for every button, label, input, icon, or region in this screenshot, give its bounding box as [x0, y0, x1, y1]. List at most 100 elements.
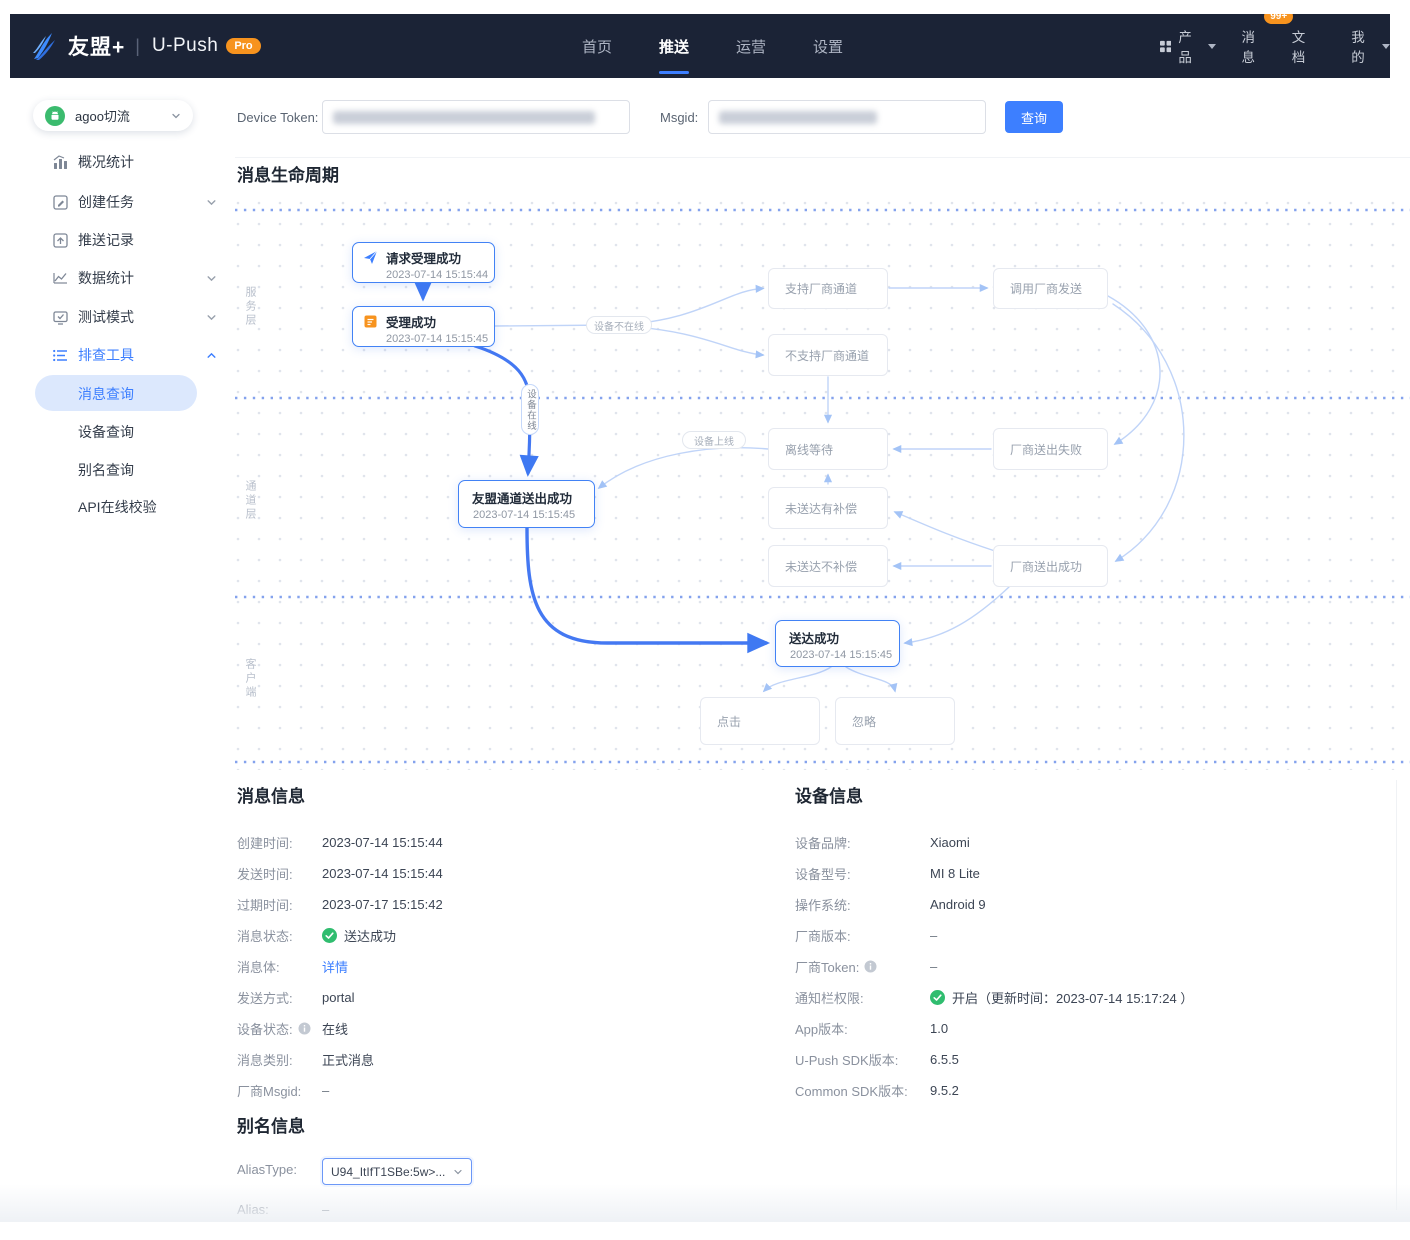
search-button[interactable]: 查询	[1005, 101, 1063, 133]
edge-pill-device-online-vertical: 设备在线	[521, 384, 539, 435]
products-menu[interactable]: 产品	[1160, 26, 1216, 66]
sidebar-item-push-record[interactable]: 推送记录	[10, 221, 235, 259]
info-row: U-Push SDK版本:6.5.5	[795, 1044, 1395, 1075]
flow-node-call-vendor-send: 调用厂商发送	[993, 268, 1108, 309]
pro-badge: Pro	[226, 38, 260, 54]
flow-node-undelivered-no-compensation: 未送达不补偿	[768, 545, 888, 587]
sidebar-item-create-task[interactable]: 创建任务	[10, 183, 235, 221]
alias-info-title: 别名信息	[237, 1112, 305, 1137]
msgid-input[interactable]	[708, 100, 986, 134]
test-mode-icon	[52, 309, 69, 326]
active-tab-underline	[659, 71, 689, 74]
nav-settings[interactable]: 设置	[813, 14, 843, 78]
info-row: 发送时间:2023-07-14 15:15:44	[237, 858, 757, 889]
flow-node-request-accepted: 请求受理成功 2023-07-14 15:15:44	[352, 242, 495, 283]
app-selector[interactable]: agoo切流	[33, 100, 193, 131]
logo-divider: |	[135, 36, 140, 57]
info-row-notification-permission: 通知栏权限: 开启（更新时间：2023-07-14 15:17:24 ）	[795, 982, 1395, 1013]
device-token-redacted-value	[333, 111, 595, 124]
app-android-icon	[45, 106, 65, 126]
info-icon[interactable]	[864, 960, 877, 973]
alias-label: Alias:	[237, 1202, 322, 1217]
navbar-right: 产品 消息 99+ 文档 我的	[1160, 14, 1390, 78]
info-row: 创建时间:2023-07-14 15:15:44	[237, 827, 757, 858]
app-name: agoo切流	[75, 106, 171, 125]
chevron-down-icon	[206, 197, 217, 208]
success-check-icon	[322, 928, 337, 943]
device-info-title: 设备信息	[795, 782, 1395, 807]
messages-count-badge: 99+	[1264, 14, 1293, 24]
messages-menu[interactable]: 消息 99+	[1241, 26, 1266, 66]
chevron-down-icon	[206, 273, 217, 284]
troubleshoot-list-icon	[52, 347, 69, 364]
info-row: 操作系统:Android 9	[795, 889, 1395, 920]
sidebar-item-device-query[interactable]: 设备查询	[10, 413, 235, 450]
alias-row: Alias: –	[237, 1202, 329, 1217]
alias-value: –	[322, 1202, 329, 1217]
file-icon	[363, 314, 378, 329]
docs-menu[interactable]: 文档	[1292, 26, 1317, 66]
sidebar-item-test-mode[interactable]: 测试模式	[10, 298, 235, 336]
sidebar-item-data-stats[interactable]: 数据统计	[10, 259, 235, 297]
my-account-menu[interactable]: 我的	[1351, 26, 1376, 66]
flow-node-unsupport-vendor-channel: 不支持厂商通道	[768, 334, 888, 376]
info-row: 消息类别:正式消息	[237, 1044, 757, 1075]
edge-pill-device-online: 设备上线	[682, 431, 746, 449]
msgid-redacted-value	[719, 111, 877, 124]
bottom-margin	[0, 1222, 1410, 1240]
info-icon[interactable]	[298, 1022, 311, 1035]
layer-label-client: 客户端	[242, 658, 258, 700]
brand-text: 友盟+	[68, 31, 125, 61]
sidebar-item-message-query[interactable]: 消息查询	[10, 375, 235, 412]
detail-link[interactable]: 详情	[322, 957, 348, 976]
message-info-section: 消息信息 创建时间:2023-07-14 15:15:44 发送时间:2023-…	[237, 782, 757, 1106]
info-row-device-status: 设备状态: 在线	[237, 1013, 757, 1044]
lifecycle-title: 消息生命周期	[237, 161, 339, 186]
msgid-label: Msgid:	[660, 110, 698, 125]
top-navbar: 友盟+ | U-Push Pro 首页 推送 运营 设置 产品 消息 99	[10, 14, 1390, 78]
info-row-vendor-token: 厂商Token: –	[795, 951, 1395, 982]
device-info-section: 设备信息 设备品牌:Xiaomi 设备型号:MI 8 Lite 操作系统:And…	[795, 782, 1395, 1106]
info-row: 过期时间:2023-07-17 15:15:42	[237, 889, 757, 920]
flow-node-vendor-send-success: 厂商送出成功	[993, 545, 1108, 587]
paper-plane-icon	[363, 250, 378, 265]
sidebar: agoo切流 概况统计 创建任务 推送记录 数据统计 测试模式 排	[10, 78, 235, 1240]
nav-push[interactable]: 推送	[659, 14, 689, 78]
info-row: App版本:1.0	[795, 1013, 1395, 1044]
chevron-up-icon	[206, 350, 217, 361]
flow-node-ignore: 忽略	[835, 697, 955, 745]
info-row: 厂商版本:–	[795, 920, 1395, 951]
sidebar-item-alias-query[interactable]: 别名查询	[10, 451, 235, 488]
flow-node-umeng-channel-sent: 友盟通道送出成功 2023-07-14 15:15:45	[458, 480, 595, 528]
caret-down-icon	[1208, 44, 1216, 49]
info-row: 厂商Msgid:–	[237, 1075, 757, 1106]
device-token-label: Device Token:	[237, 110, 318, 125]
main-nav: 首页 推送 运营 设置	[582, 14, 843, 78]
message-info-title: 消息信息	[237, 782, 757, 807]
chevron-down-icon	[206, 312, 217, 323]
info-row: 设备品牌:Xiaomi	[795, 827, 1395, 858]
nav-operation[interactable]: 运营	[736, 14, 766, 78]
sidebar-item-troubleshoot-tools[interactable]: 排查工具	[10, 336, 235, 374]
page: 友盟+ | U-Push Pro 首页 推送 运营 设置 产品 消息 99	[0, 0, 1410, 1240]
info-row: 发送方式:portal	[237, 982, 757, 1013]
logo[interactable]: 友盟+ | U-Push Pro	[32, 14, 261, 78]
info-row-message-body: 消息体: 详情	[237, 951, 757, 982]
info-row: Common SDK版本:9.5.2	[795, 1075, 1395, 1106]
sidebar-item-overview-stats[interactable]: 概况统计	[10, 143, 235, 181]
flow-node-vendor-send-fail: 厂商送出失败	[993, 428, 1108, 470]
product-name: U-Push	[152, 35, 218, 57]
alias-type-row: AliasType:	[237, 1162, 297, 1177]
nav-home[interactable]: 首页	[582, 14, 612, 78]
apps-grid-icon	[1160, 40, 1171, 53]
device-token-input[interactable]	[322, 100, 630, 134]
content-right-divider	[1396, 780, 1397, 1210]
flow-node-undelivered-with-compensation: 未送达有补偿	[768, 487, 888, 529]
create-task-icon	[52, 194, 69, 211]
chevron-down-icon	[453, 1167, 463, 1177]
line-chart-icon	[52, 270, 69, 287]
chevron-down-icon	[171, 111, 181, 121]
layer-label-channel: 通道层	[242, 480, 258, 522]
sidebar-item-api-online-check[interactable]: API在线校验	[10, 488, 235, 525]
alias-type-select[interactable]: U94_ItIfT1SBe:5w>...	[322, 1158, 472, 1185]
